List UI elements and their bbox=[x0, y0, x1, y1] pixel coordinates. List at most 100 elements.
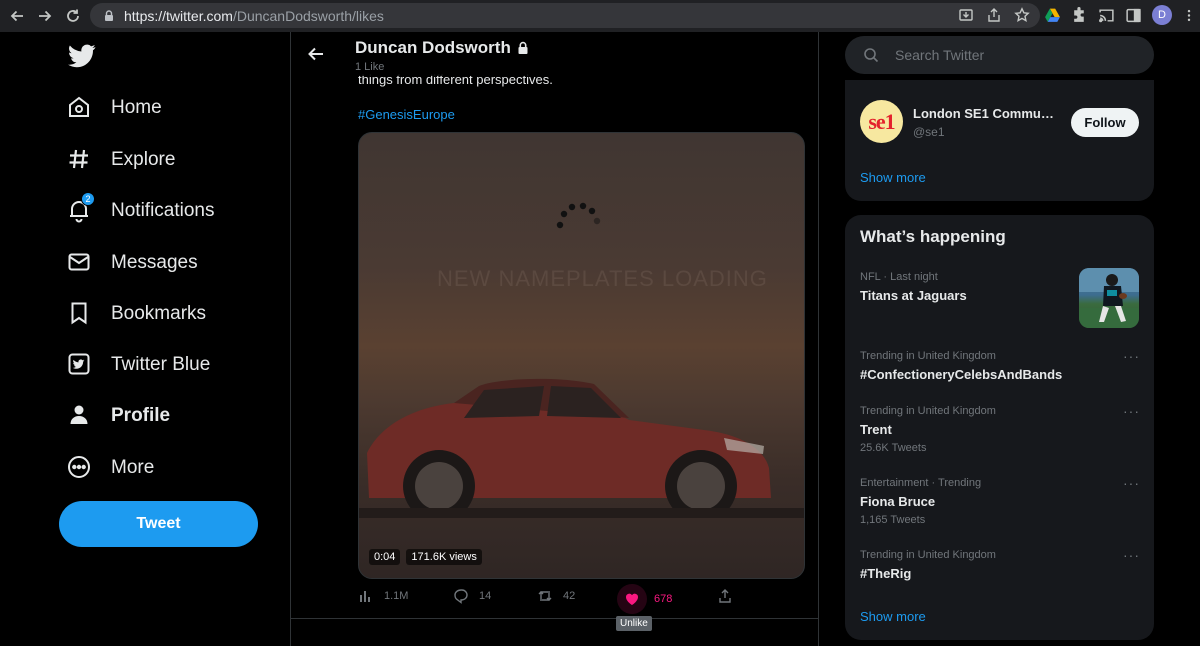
cast-icon[interactable] bbox=[1098, 7, 1115, 24]
trend-item[interactable]: Trending in United Kingdom Trent 25.6K T… bbox=[860, 403, 1140, 454]
unlike-button[interactable]: 678 bbox=[617, 584, 673, 614]
nav-item-profile[interactable]: Profile bbox=[66, 401, 170, 431]
notification-count-badge: 2 bbox=[81, 192, 95, 206]
video-views: 171.6K views bbox=[406, 549, 482, 565]
nav-label: Twitter Blue bbox=[111, 354, 211, 375]
bell-icon: 2 bbox=[66, 192, 95, 225]
nav-item-notifications[interactable]: 2 Notifications bbox=[66, 192, 215, 226]
extensions-puzzle-icon[interactable] bbox=[1071, 6, 1088, 24]
address-bar[interactable]: https://twitter.com/DuncanDodsworth/like… bbox=[90, 3, 1040, 28]
show-more-link[interactable]: Show more bbox=[860, 170, 926, 185]
forward-arrow-icon[interactable] bbox=[32, 3, 58, 29]
car-image bbox=[359, 378, 804, 518]
search-box[interactable] bbox=[845, 36, 1154, 74]
like-count: 678 bbox=[654, 593, 673, 605]
google-drive-icon[interactable] bbox=[1044, 7, 1061, 24]
more-options-icon[interactable]: ··· bbox=[1123, 348, 1140, 364]
trend-meta: Trending in United Kingdom bbox=[860, 405, 996, 417]
more-options-icon[interactable]: ··· bbox=[1123, 403, 1140, 419]
more-options-icon[interactable]: ··· bbox=[1123, 475, 1140, 491]
main-column: Duncan Dodsworth 1 Like things from diff… bbox=[290, 32, 819, 646]
retweet-icon bbox=[538, 591, 552, 601]
nav-label: Messages bbox=[111, 252, 198, 273]
trend-title: #TheRig bbox=[860, 566, 912, 581]
nav-label: Home bbox=[111, 97, 162, 118]
nav-label: Bookmarks bbox=[111, 303, 207, 324]
hashtag-icon bbox=[66, 146, 94, 174]
unlike-tooltip: Unlike bbox=[616, 616, 652, 631]
trend-item[interactable]: Entertainment · Trending Fiona Bruce 1,1… bbox=[860, 475, 1140, 526]
account-handle: @se1 bbox=[913, 125, 945, 139]
show-more-link[interactable]: Show more bbox=[860, 609, 926, 624]
nav-item-home[interactable]: Home bbox=[66, 93, 162, 123]
more-options-icon[interactable]: ··· bbox=[1123, 547, 1140, 563]
analytics-icon bbox=[360, 591, 370, 602]
follow-button[interactable]: Follow bbox=[1071, 108, 1139, 137]
nav-label: Profile bbox=[111, 405, 171, 426]
nav-item-explore[interactable]: Explore bbox=[66, 145, 175, 175]
tweet-actions: 1.1M 14 42 678 bbox=[358, 584, 805, 614]
bookmark-star-icon[interactable] bbox=[1014, 7, 1030, 23]
video-info: 0:04 171.6K views bbox=[369, 549, 482, 565]
search-icon bbox=[864, 48, 879, 63]
trend-item[interactable]: Trending in United Kingdom #Confectioner… bbox=[860, 348, 1140, 382]
tweet-hashtag-link[interactable]: #GenesisEurope bbox=[358, 107, 455, 122]
tweet-button[interactable]: Tweet bbox=[59, 501, 258, 547]
trend-meta: Entertainment · Trending bbox=[860, 477, 982, 489]
who-to-follow-card: se1 London SE1 Communi... @se1 Follow Sh… bbox=[845, 80, 1154, 201]
trend-meta: Trending in United Kingdom bbox=[860, 350, 996, 362]
reply-icon bbox=[454, 589, 468, 604]
divider bbox=[291, 618, 818, 619]
nav-item-messages[interactable]: Messages bbox=[66, 248, 198, 278]
share-tweet-button[interactable] bbox=[717, 588, 733, 604]
trend-tweet-count: 25.6K Tweets bbox=[860, 442, 927, 454]
home-icon bbox=[66, 94, 94, 122]
video-timestamp: 0:04 bbox=[369, 549, 401, 565]
share-upload-icon bbox=[719, 589, 731, 603]
loading-spinner-icon bbox=[556, 202, 601, 229]
search-input[interactable] bbox=[895, 47, 1135, 63]
url-text: https://twitter.com/DuncanDodsworth/like… bbox=[124, 7, 384, 24]
browser-profile-avatar[interactable]: D bbox=[1152, 5, 1172, 25]
heart-icon bbox=[617, 584, 647, 614]
avatar[interactable]: se1 bbox=[860, 100, 903, 143]
nav-label: Explore bbox=[111, 149, 176, 170]
account-name[interactable]: London SE1 Communi... bbox=[913, 106, 1061, 121]
bookmark-icon bbox=[66, 300, 94, 328]
primary-navigation: Home Explore 2 Notifications Messages Bo… bbox=[0, 32, 290, 646]
nav-item-bookmarks[interactable]: Bookmarks bbox=[66, 299, 206, 329]
trend-thumbnail-image[interactable] bbox=[1079, 268, 1139, 328]
back-arrow-icon[interactable] bbox=[306, 44, 326, 64]
nav-label: More bbox=[111, 457, 155, 478]
profile-header: Duncan Dodsworth 1 Like bbox=[291, 32, 818, 76]
side-panel-icon[interactable] bbox=[1125, 7, 1142, 24]
browser-toolbar: https://twitter.com/DuncanDodsworth/like… bbox=[0, 0, 1200, 32]
reply-button[interactable]: 14 bbox=[453, 588, 491, 604]
whats-happening-card: What’s happening NFL · Last night Titans… bbox=[845, 215, 1154, 640]
browser-menu-icon[interactable] bbox=[1182, 7, 1196, 24]
twitter-logo-icon[interactable] bbox=[68, 44, 96, 68]
reload-icon[interactable] bbox=[60, 3, 86, 29]
nav-label: Notifications bbox=[111, 200, 215, 221]
trend-meta: Trending in United Kingdom bbox=[860, 549, 996, 561]
tweet-video[interactable]: NEW NAMEPLATES LOADING 0:04 171.6K views bbox=[358, 132, 805, 579]
share-icon[interactable] bbox=[986, 7, 1002, 23]
trend-item[interactable]: Trending in United Kingdom #TheRig ··· bbox=[860, 547, 1140, 581]
profile-name-text: Duncan Dodsworth bbox=[355, 38, 511, 57]
twitter-blue-icon bbox=[66, 351, 94, 379]
install-app-icon[interactable] bbox=[958, 7, 974, 23]
envelope-icon bbox=[66, 249, 94, 277]
retweet-count: 42 bbox=[563, 590, 576, 602]
retweet-button[interactable]: 42 bbox=[537, 588, 575, 604]
trend-title: #ConfectioneryCelebsAndBands bbox=[860, 367, 1063, 382]
person-icon bbox=[66, 402, 94, 430]
views-count: 1.1M bbox=[384, 590, 409, 602]
likes-count: 1 Like bbox=[355, 61, 385, 73]
profile-name: Duncan Dodsworth bbox=[355, 38, 530, 58]
nav-item-more[interactable]: More bbox=[66, 453, 154, 483]
section-title: What’s happening bbox=[860, 227, 1006, 246]
trend-title: Trent bbox=[860, 422, 892, 437]
views-button[interactable]: 1.1M bbox=[358, 588, 408, 604]
back-arrow-icon[interactable] bbox=[4, 3, 30, 29]
nav-item-twitter-blue[interactable]: Twitter Blue bbox=[66, 350, 210, 380]
